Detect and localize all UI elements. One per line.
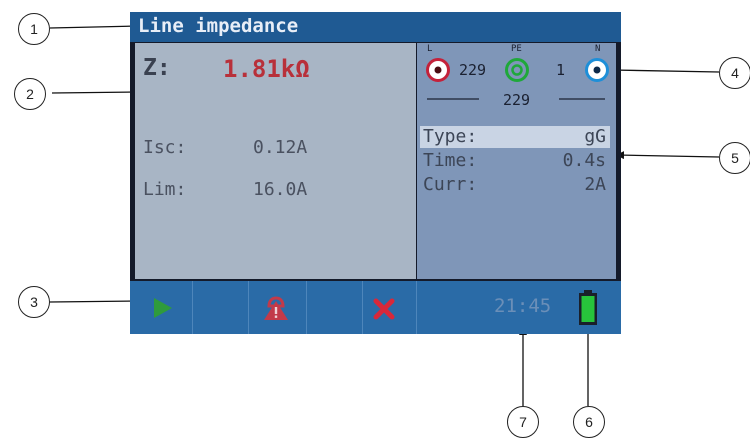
callout-1: 1 bbox=[18, 13, 50, 45]
toolbar-divider bbox=[248, 281, 249, 334]
pe-terminal-ring bbox=[511, 64, 523, 76]
callout-7-number: 7 bbox=[519, 414, 527, 430]
lim-value: 16.0A bbox=[253, 179, 308, 200]
device-screen: Line impedance Z: 1.81kΩ Isc: 0.12A Lim:… bbox=[130, 12, 621, 334]
callout-5: 5 bbox=[719, 142, 750, 174]
callout-4: 4 bbox=[719, 57, 750, 89]
type-value: gG bbox=[584, 126, 606, 147]
callout-7: 7 bbox=[507, 406, 539, 438]
pe-n-voltage: 1 bbox=[556, 61, 566, 79]
n-terminal-dot bbox=[593, 66, 601, 74]
isc-label: Isc: bbox=[143, 137, 187, 158]
callout-6: 6 bbox=[573, 406, 605, 438]
time-label: Time: bbox=[423, 150, 478, 171]
callout-2-arrow bbox=[51, 88, 138, 97]
title-bar: Line impedance bbox=[130, 12, 621, 42]
pe-terminal-label: PE bbox=[511, 44, 522, 54]
clock-display: 21:45 bbox=[494, 295, 552, 317]
toolbar-divider bbox=[192, 281, 193, 334]
cancel-icon[interactable] bbox=[373, 298, 395, 320]
isc-value: 0.12A bbox=[253, 137, 308, 158]
z-value: 1.81kΩ bbox=[223, 55, 310, 83]
pe-terminal-icon bbox=[505, 58, 529, 82]
function-title: Line impedance bbox=[138, 15, 299, 37]
l-pe-voltage: 229 bbox=[459, 61, 487, 79]
callout-1-arrow bbox=[49, 22, 139, 31]
callout-3-arrow bbox=[49, 297, 139, 306]
time-value: 0.4s bbox=[562, 150, 606, 171]
result-panel: Z: 1.81kΩ Isc: 0.12A Lim: 16.0A bbox=[135, 43, 416, 279]
lim-label: Lim: bbox=[143, 179, 187, 200]
toolbar-divider bbox=[306, 281, 307, 334]
callout-3: 3 bbox=[18, 286, 50, 318]
type-label: Type: bbox=[423, 126, 478, 147]
toolbar-divider bbox=[416, 281, 417, 334]
curr-value: 2A bbox=[584, 174, 606, 195]
l-terminal-label: L bbox=[427, 44, 433, 54]
start-icon[interactable] bbox=[152, 296, 174, 320]
battery-full-icon bbox=[579, 290, 597, 325]
callout-5-number: 5 bbox=[731, 150, 739, 166]
callout-1-number: 1 bbox=[30, 21, 38, 37]
l-n-voltage: 229 bbox=[503, 91, 531, 109]
l-terminal-dot bbox=[434, 66, 442, 74]
toolbar-divider bbox=[362, 281, 363, 334]
n-terminal-label: N bbox=[595, 44, 601, 54]
callout-4-arrow bbox=[611, 66, 720, 75]
callout-2: 2 bbox=[14, 78, 46, 110]
callout-4-number: 4 bbox=[731, 65, 739, 81]
curr-label: Curr: bbox=[423, 174, 478, 195]
callout-5-arrow bbox=[616, 151, 720, 160]
info-panel: L PE N 229 1 229 Type: gG Time: 0.4s Cur… bbox=[417, 43, 616, 279]
z-label: Z: bbox=[143, 55, 171, 81]
callout-6-number: 6 bbox=[585, 414, 593, 430]
callout-2-number: 2 bbox=[26, 86, 34, 102]
terminal-voltage-display: L PE N 229 1 229 bbox=[419, 43, 616, 119]
lock-warning-icon[interactable] bbox=[262, 295, 290, 321]
callout-3-number: 3 bbox=[30, 294, 38, 310]
parameter-list: Type: gG Time: 0.4s Curr: 2A bbox=[417, 126, 616, 206]
bottom-toolbar: 21:45 bbox=[130, 281, 621, 334]
